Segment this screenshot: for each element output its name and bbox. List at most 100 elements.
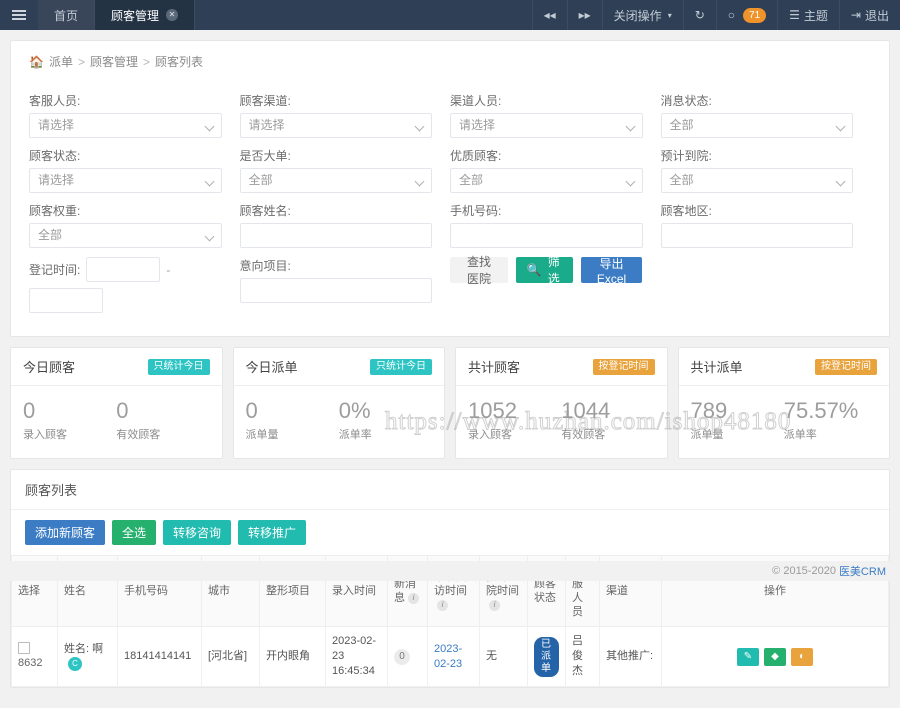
messages-button[interactable]: ○ 71 (715, 0, 777, 30)
filter-column-4: 消息状态: 全部 预计到院: 全部 顾客地区: (660, 92, 872, 322)
logout-button[interactable]: ⇥ 退出 (838, 0, 900, 30)
transfer-promote-button[interactable]: 转移推广 (238, 520, 307, 545)
field-customer-channel-label: 顾客渠道: (239, 94, 291, 108)
row-checkbox[interactable] (18, 642, 30, 654)
stat-label: 派单量 (690, 429, 724, 441)
quality-customer-select[interactable]: 全部 (450, 168, 643, 193)
field-is-big-order-label: 是否大单: (239, 149, 291, 163)
status-badge: 按登记时间 (815, 358, 877, 375)
stat-value: 0 (116, 398, 129, 423)
next-tabs-button[interactable]: ▸▸ (566, 0, 602, 30)
tab-customer-management-label: 顾客管理 (111, 8, 160, 23)
customer-weight-select[interactable]: 全部 (29, 223, 222, 248)
theme-button[interactable]: ☰ 主题 (777, 0, 839, 30)
stat-cell: 0 有效顾客 (116, 398, 209, 442)
prev-tabs-button[interactable]: ◂◂ (531, 0, 567, 30)
field-customer-name: 顾客姓名: (239, 202, 432, 248)
filter-button[interactable]: 🔍 筛 选 (515, 255, 573, 286)
hamburger-icon[interactable] (0, 0, 38, 30)
register-time-start-input[interactable] (86, 257, 161, 282)
stat-cell: 0% 派单率 (339, 398, 432, 442)
info-icon[interactable]: i (489, 599, 500, 611)
select-all-button[interactable]: 全选 (112, 520, 157, 545)
stat-label: 录入顾客 (468, 429, 512, 441)
channel-staff-select[interactable]: 请选择 (450, 113, 643, 138)
stat-value: 1044 (561, 398, 611, 423)
contrast-icon[interactable]: ◐ (791, 647, 813, 666)
tag-icon[interactable]: ◆ (764, 647, 786, 666)
field-register-time-label: 登记时间: (29, 263, 81, 277)
stat-card-body: 0 录入顾客 0 有效顾客 (11, 386, 222, 458)
phone-number-input[interactable] (450, 223, 643, 248)
list-toolbar: 添加新顾客 全选 转移咨询 转移推广 (11, 510, 889, 555)
customer-name: 啊 (92, 642, 104, 655)
stat-value: 1052 (468, 398, 517, 423)
breadcrumb-item-1[interactable]: 顾客管理 (90, 53, 138, 70)
name-prefix: 姓名: (64, 642, 90, 655)
stat-card-header: 共计派单 按登记时间 (678, 348, 889, 386)
cell-new-messages: 0 (387, 626, 428, 687)
tab-home[interactable]: 首页 (38, 0, 96, 30)
grade-badge: C (68, 656, 82, 671)
next-visit-link[interactable]: 2023-02-23 (434, 643, 462, 670)
stat-label: 派单率 (783, 429, 817, 441)
message-count-badge: 71 (743, 7, 767, 23)
field-quality-customer: 优质顾客: 全部 (450, 147, 643, 193)
cell-expected-arrival: 无 (479, 626, 528, 687)
info-icon[interactable]: i (437, 599, 448, 611)
breadcrumb-item-0[interactable]: 派单 (49, 53, 73, 70)
expected-arrival-select[interactable]: 全部 (660, 168, 853, 193)
stat-card-today-customers: 今日顾客 只统计今日 0 录入顾客 0 有效顾客 (10, 347, 223, 459)
stat-value: 75.57% (783, 398, 859, 423)
filter-column-1: 客服人员: 请选择 顾客状态: 请选择 顾客权重: 全部 登记时间: - (29, 92, 240, 322)
export-excel-button[interactable]: 导出Excel (580, 257, 643, 286)
edit-icon[interactable]: ✎ (737, 647, 759, 666)
customer-channel-select[interactable]: 请选择 (239, 113, 432, 138)
refresh-button[interactable]: ↻ (682, 0, 716, 30)
breadcrumb-item-2: 顾客列表 (155, 55, 204, 69)
filter-button-row: 查找医院 🔍 筛 选 导出Excel (450, 255, 643, 286)
filter-column-3: 渠道人员: 请选择 优质顾客: 全部 手机号码: 查找医院 🔍 筛 选 导出Ex… (450, 92, 661, 322)
close-icon[interactable]: ✕ (166, 9, 179, 21)
stat-title: 共计派单 (690, 360, 743, 375)
cell-phone: 18141414141 (117, 626, 202, 687)
stat-card-body: 0 派单量 0% 派单率 (234, 386, 445, 458)
refresh-icon: ↻ (694, 8, 705, 22)
stat-card-total-dispatch: 共计派单 按登记时间 789 派单量 75.57% 派单率 (677, 347, 890, 459)
field-message-status: 消息状态: 全部 (660, 92, 853, 138)
add-customer-button[interactable]: 添加新顾客 (25, 520, 106, 545)
footer: © 2015-2020 医美CRM (0, 561, 900, 581)
stat-cell: 0 录入顾客 (23, 398, 116, 442)
stat-cell: 789 派单量 (691, 398, 784, 442)
breadcrumb-separator: > (77, 54, 85, 69)
stat-card-total-customers: 共计顾客 按登记时间 1052 录入顾客 1044 有效顾客 (455, 347, 668, 459)
info-icon[interactable]: i (408, 592, 419, 604)
tab-customer-management[interactable]: 顾客管理 ✕ (95, 0, 196, 30)
status-badge: 已派单 (534, 636, 559, 677)
stat-label: 派单率 (338, 429, 372, 441)
is-big-order-select[interactable]: 全部 (239, 168, 432, 193)
stat-card-today-dispatch: 今日派单 只统计今日 0 派单量 0% 派单率 (232, 347, 445, 459)
customer-region-input[interactable] (660, 223, 853, 248)
register-time-end-input[interactable] (29, 288, 103, 313)
message-status-select[interactable]: 全部 (660, 113, 853, 138)
stat-card-header: 共计顾客 按登记时间 (456, 348, 667, 386)
customer-name-input[interactable] (239, 223, 432, 248)
stat-label: 派单量 (245, 429, 279, 441)
close-operations-menu[interactable]: 关闭操作 ▾ (601, 0, 683, 30)
cell-select: 8632 (11, 626, 58, 687)
find-hospital-button[interactable]: 查找医院 (450, 255, 508, 286)
field-service-staff: 客服人员: 请选择 (29, 92, 222, 138)
intent-project-input[interactable] (239, 278, 432, 303)
stat-cell: 75.57% 派单率 (784, 398, 877, 442)
customer-status-select[interactable]: 请选择 (29, 168, 222, 193)
field-phone-number: 手机号码: (450, 202, 643, 248)
field-customer-name-label: 顾客姓名: (239, 204, 291, 218)
stat-card-body: 1052 录入顾客 1044 有效顾客 (456, 386, 667, 458)
service-staff-select[interactable]: 请选择 (29, 113, 222, 138)
register-time-row: 登记时间: - (29, 257, 222, 282)
double-right-icon: ▸▸ (578, 8, 591, 22)
cell-service-staff: 吕俊杰 (565, 626, 600, 687)
transfer-consult-button[interactable]: 转移咨询 (163, 520, 232, 545)
field-expected-arrival: 预计到院: 全部 (660, 147, 853, 193)
